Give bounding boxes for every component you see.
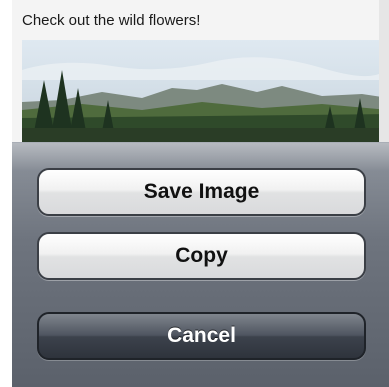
landscape-image — [22, 40, 389, 142]
message-content: Check out the wild flowers! — [12, 0, 389, 142]
copy-button[interactable]: Copy — [37, 232, 366, 280]
flower-photo[interactable] — [22, 40, 389, 142]
action-sheet: Save Image Copy Cancel — [12, 142, 389, 387]
cancel-button[interactable]: Cancel — [37, 312, 366, 360]
scrollbar[interactable] — [379, 0, 389, 142]
save-image-button[interactable]: Save Image — [37, 168, 366, 216]
message-text: Check out the wild flowers! — [22, 12, 201, 29]
